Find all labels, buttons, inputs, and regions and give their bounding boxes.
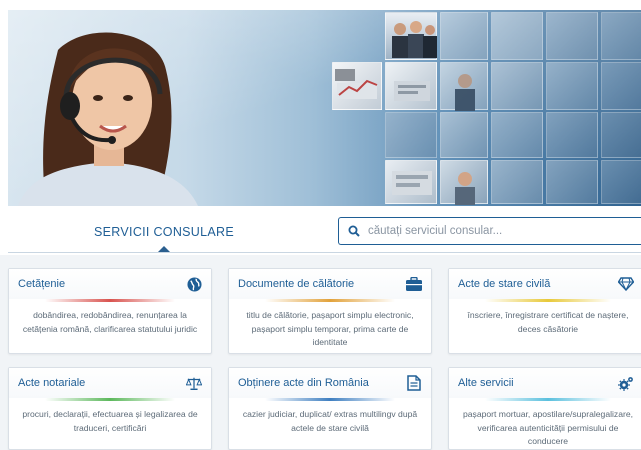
hero-banner xyxy=(8,10,641,206)
collage-photo xyxy=(385,12,437,60)
gears-icon xyxy=(618,375,634,391)
card-description: dobândirea, redobândirea, renunțarea la … xyxy=(22,310,198,334)
service-card-obtinere-acte[interactable]: Obținere acte din România cazier judicia… xyxy=(228,367,432,450)
tab-servicii-consulare[interactable]: SERVICII CONSULARE xyxy=(8,214,320,250)
tab-divider xyxy=(8,252,641,253)
service-card-acte-stare-civila[interactable]: Acte de stare civilă înscriere, înregist… xyxy=(448,268,641,354)
service-card-acte-notariale[interactable]: Acte notariale procuri, declarații, efec… xyxy=(8,367,212,450)
service-card-cetatenie[interactable]: Cetățenie dobândirea, redobândirea, renu… xyxy=(8,268,212,354)
briefcase-icon xyxy=(406,276,422,292)
service-card-alte-servicii[interactable]: Alte servicii pașaport mortuar, apostila… xyxy=(448,367,641,450)
search-input[interactable] xyxy=(368,225,628,237)
globe-icon xyxy=(186,276,202,292)
service-card-documente-calatorie[interactable]: Documente de călătorie titlu de călători… xyxy=(228,268,432,354)
card-title[interactable]: Obținere acte din România xyxy=(238,377,369,389)
card-description: înscriere, înregistrare certificat de na… xyxy=(467,310,629,334)
document-icon xyxy=(406,375,422,391)
card-description: procuri, declarații, efectuarea și legal… xyxy=(22,409,198,433)
card-title[interactable]: Acte notariale xyxy=(18,377,85,389)
card-title[interactable]: Acte de stare civilă xyxy=(458,278,550,290)
card-title[interactable]: Documente de călătorie xyxy=(238,278,354,290)
card-title[interactable]: Alte servicii xyxy=(458,377,514,389)
scales-icon xyxy=(186,375,202,391)
search-box[interactable] xyxy=(338,217,641,245)
diamond-icon xyxy=(618,276,634,292)
card-title[interactable]: Cetățenie xyxy=(18,278,65,290)
active-tab-indicator xyxy=(158,246,170,252)
search-icon[interactable] xyxy=(348,225,360,237)
call-center-agent-image xyxy=(18,32,198,206)
collage-photo xyxy=(332,62,382,110)
card-description: pașaport mortuar, apostilare/supralegali… xyxy=(462,409,634,446)
photo-collage xyxy=(330,10,641,206)
card-description: cazier judiciar, duplicat/ extras multil… xyxy=(242,409,418,433)
card-description: titlu de călătorie, pașaport simplu elec… xyxy=(246,310,414,347)
